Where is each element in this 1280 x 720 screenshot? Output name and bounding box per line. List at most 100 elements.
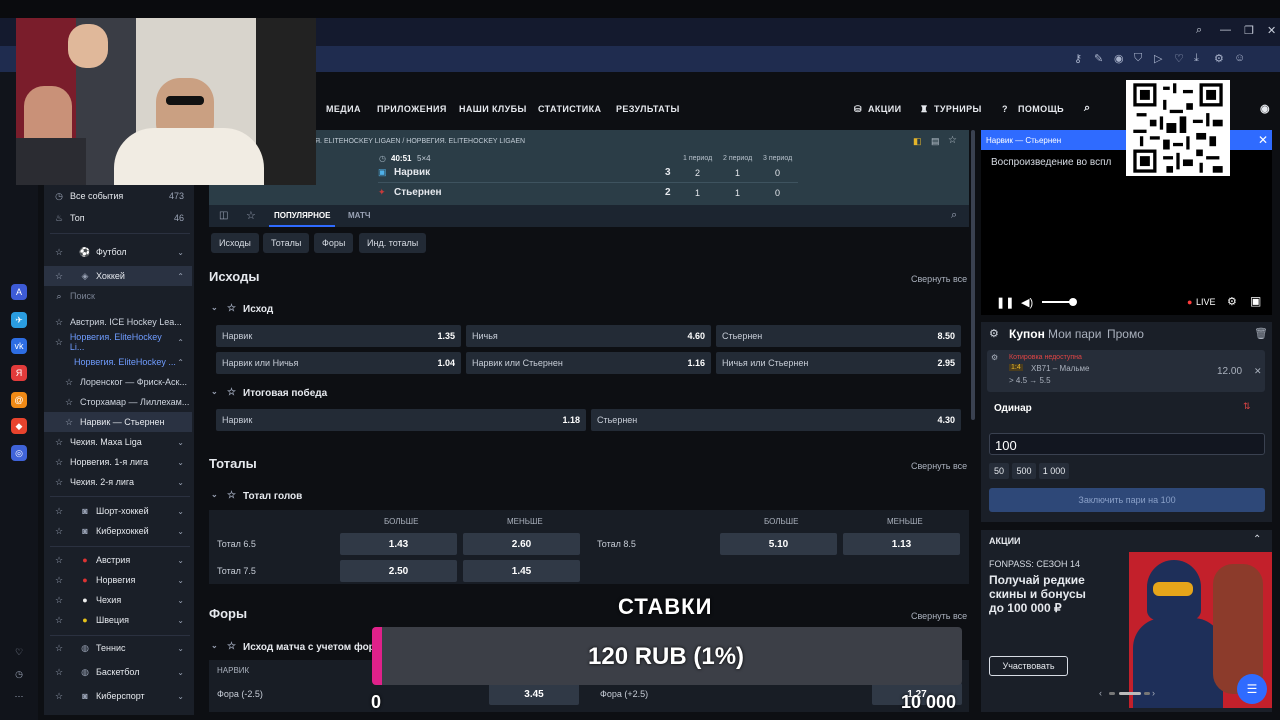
tab-coupon[interactable]: Купон [1009,327,1045,341]
sidebar-top[interactable]: ♨ Топ 46 [44,208,192,228]
quick-stake[interactable]: 50 [989,463,1009,479]
sidebar-match[interactable]: ☆ Нарвик — Стьернен [44,412,192,432]
close-icon[interactable]: ✕ [1267,24,1276,37]
odd-button[interactable]: Нарвик 1.35 [216,325,461,347]
restore-icon[interactable]: ❐ [1244,24,1254,37]
mail-icon[interactable]: @ [11,392,27,408]
sidebar-country[interactable]: ☆ ● Швеция ⌄ [44,610,192,630]
stats-icon[interactable]: ◧ [913,136,922,147]
star-icon[interactable]: ☆ [227,490,236,501]
stake-input[interactable]: 100 [989,433,1265,455]
bet-type[interactable]: Одинар [994,403,1032,414]
star-icon[interactable]: ☆ [52,247,66,258]
sidebar-league[interactable]: Норвегия. EliteHockey ... ⌃ [44,352,192,372]
breadcrumb[interactable]: Я. ELITEHOCKEY LIGAEN / НОРВЕГИЯ. ELITEH… [315,138,525,145]
tab-promo[interactable]: Промо [1107,327,1144,341]
nav-tournaments[interactable]: ТУРНИРЫ [934,104,982,114]
star-icon[interactable]: ☆ [52,337,66,348]
scoreboard-icon[interactable]: ▤ [931,136,940,147]
search-icon[interactable]: ⌕ [1084,102,1091,115]
sidebar-league[interactable]: ☆ Норвегия. 1-я лига ⌄ [44,452,192,472]
odd-button[interactable]: Нарвик или Ничья 1.04 [216,352,461,374]
app-icon-2[interactable]: ◆ [11,418,27,434]
chat-icon[interactable]: ☰ [1237,674,1267,704]
nav-promo[interactable]: АКЦИИ [868,104,902,114]
filter-handicaps[interactable]: Форы [314,233,354,253]
close-icon[interactable]: ✕ [1258,133,1268,147]
star-icon[interactable]: ☆ [246,209,256,222]
fullscreen-icon[interactable]: ▣ [1250,294,1261,308]
carousel-prev-icon[interactable]: ‹ [1099,688,1102,698]
carousel-dot[interactable] [1109,692,1115,695]
star-icon[interactable]: ☆ [52,667,66,678]
sidebar-match[interactable]: ☆ Сторхамар — Лиллехам... [44,392,192,412]
chevron-down-icon[interactable]: ⌄ [211,490,218,499]
app-icon-1[interactable]: A [11,284,27,300]
sidebar-item-tennis[interactable]: ☆ ◍ Теннис ⌄ [44,638,192,658]
close-icon[interactable]: ✕ [1254,366,1262,377]
sidebar-item-esports[interactable]: ☆ ◙ Киберспорт ⌄ [44,686,192,706]
star-icon[interactable]: ☆ [52,457,66,468]
odd-button[interactable]: 3.45 [489,683,579,705]
chevron-down-icon[interactable]: ⌄ [211,387,218,396]
scrollbar[interactable] [971,130,975,420]
nav-media[interactable]: МЕДИА [326,104,361,114]
sidebar-item-cyber-hockey[interactable]: ☆ ◙ Киберхоккей ⌄ [44,521,192,541]
chevron-down-icon[interactable]: ⌄ [211,303,218,312]
sidebar-all-events[interactable]: ◷ Все события 473 [44,186,192,206]
carousel-dot-active[interactable] [1119,692,1141,695]
filter-totals[interactable]: Тоталы [263,233,310,253]
key-icon[interactable]: ⚷ [1074,52,1082,65]
quick-stake[interactable]: 500 [1012,463,1036,479]
nav-apps[interactable]: ПРИЛОЖЕНИЯ [377,104,447,114]
profile-icon[interactable]: ☺ [1234,52,1245,64]
drag-icon[interactable]: ⚙ [991,353,998,362]
sidebar-league[interactable]: ☆ Чехия. 2-я лига ⌄ [44,472,192,492]
star-icon[interactable]: ☆ [52,477,66,488]
trash-icon[interactable]: 🗑 [1254,327,1268,340]
star-icon[interactable]: ☆ [52,643,66,654]
nav-clubs[interactable]: НАШИ КЛУБЫ [459,104,527,114]
nav-results[interactable]: РЕЗУЛЬТАТЫ [616,104,680,114]
star-icon[interactable]: ☆ [227,387,236,398]
play-icon[interactable]: ▷ [1154,52,1162,65]
carousel-dot[interactable] [1144,692,1150,695]
sidebar-league[interactable]: ☆ Чехия. Maxa Liga ⌄ [44,432,192,452]
telegram-icon[interactable]: ✈ [11,312,27,328]
pause-icon[interactable]: ❚❚ [996,296,1014,309]
odd-button[interactable]: 1.43 [340,533,457,555]
sidebar-country[interactable]: ☆ ● Чехия ⌄ [44,590,192,610]
star-icon[interactable]: ☆ [62,417,76,428]
stats-icon[interactable]: ◫ [219,210,228,221]
star-icon[interactable]: ☆ [227,303,236,314]
star-icon[interactable]: ☆ [52,317,66,328]
place-bet-button[interactable]: Заключить пари на 100 [989,488,1265,512]
settings-icon[interactable]: ⚙ [989,327,999,340]
star-icon[interactable]: ☆ [52,691,66,702]
sidebar-item-hockey[interactable]: ☆ ◈ Хоккей ⌃ [44,266,192,286]
star-icon[interactable]: ☆ [52,555,66,566]
sidebar-league[interactable]: ☆ Австрия. ICE Hockey Lea... [44,312,192,332]
volume-handle[interactable] [1069,298,1077,306]
download-icon[interactable]: ⤓ [1194,52,1199,65]
odd-button[interactable]: 1.45 [463,560,580,582]
star-icon[interactable]: ☆ [62,397,76,408]
carousel-next-icon[interactable]: › [1152,688,1155,698]
eye-icon[interactable]: ◉ [1260,102,1270,115]
settings-icon[interactable]: ⚙ [1227,295,1237,308]
participate-button[interactable]: Участвовать [989,656,1068,676]
star-icon[interactable]: ☆ [52,595,66,606]
star-icon[interactable]: ☆ [227,641,236,652]
tab-match[interactable]: МАТЧ [348,211,371,220]
star-icon[interactable]: ☆ [52,506,66,517]
star-icon[interactable]: ☆ [52,575,66,586]
tab-my-bets[interactable]: Мои пари [1048,327,1101,341]
tab-popular[interactable]: ПОПУЛЯРНОЕ [274,211,330,220]
sidebar-item-short-hockey[interactable]: ☆ ◙ Шорт-хоккей ⌄ [44,501,192,521]
history-icon[interactable]: ◷ [11,666,27,682]
quick-stake[interactable]: 1 000 [1039,463,1069,479]
collapse-all[interactable]: Свернуть все [911,274,967,284]
chevron-up-icon[interactable]: ⌃ [1253,534,1261,545]
nav-stats[interactable]: СТАТИСТИКА [538,104,601,114]
app-icon-3[interactable]: ◎ [11,445,27,461]
